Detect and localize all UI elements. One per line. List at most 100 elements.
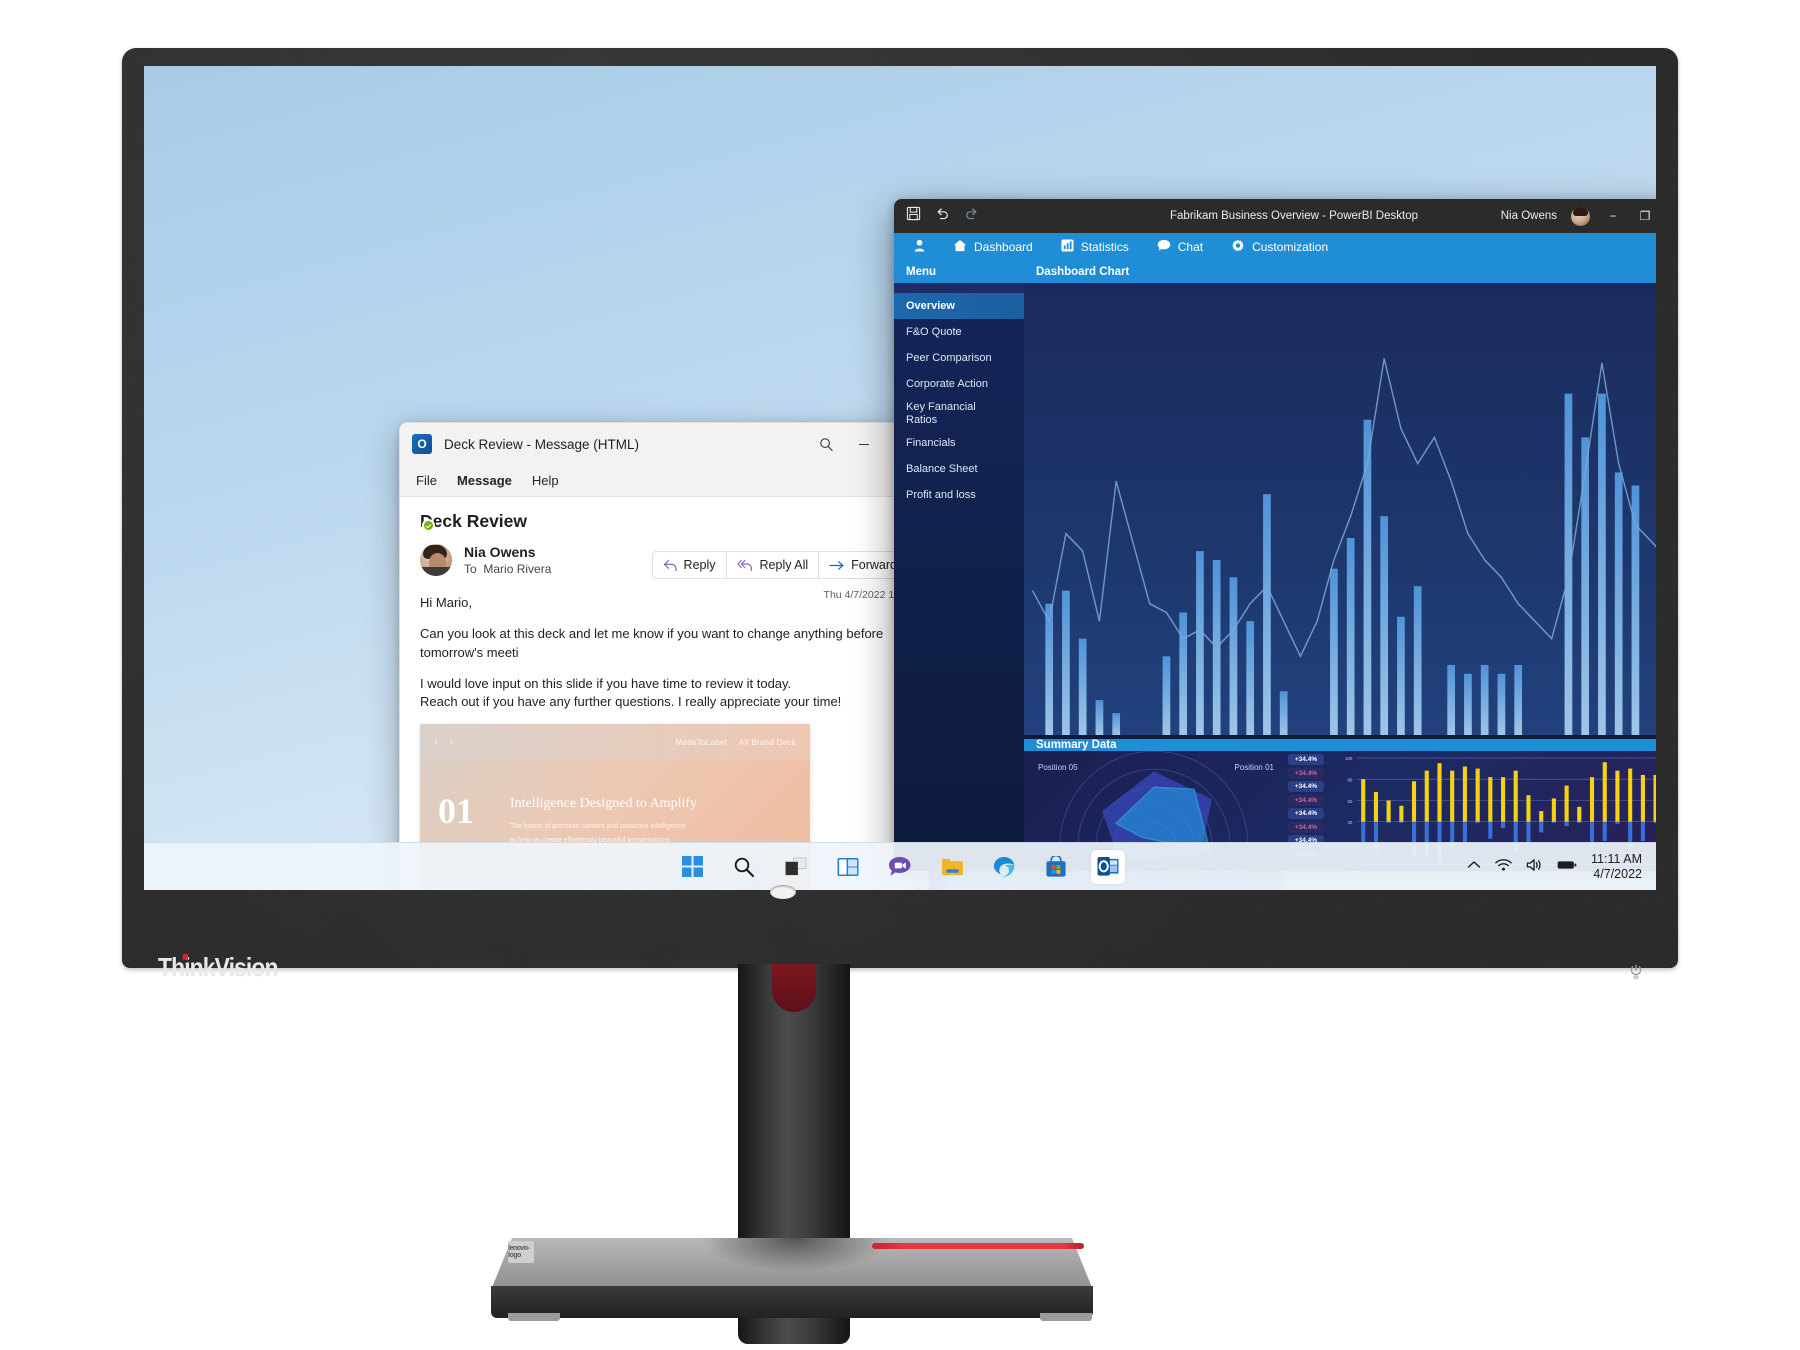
sidebar-item-peer-comparison[interactable]: Peer Comparison [894, 345, 1024, 371]
outlook-message-body: Deck Review Nia Owens To Mario Rivera Re… [400, 497, 928, 890]
sidebar-item-fo-quote[interactable]: F&O Quote [894, 319, 1024, 345]
search-button[interactable] [727, 850, 761, 884]
sidebar-item-overview[interactable]: Overview [894, 293, 1024, 319]
status-badge: +34.4% [1288, 781, 1324, 792]
sidebar-item-label: Corporate Action [906, 377, 988, 390]
sidebar-item-balance-sheet[interactable]: Balance Sheet [894, 457, 1024, 483]
clock[interactable]: 11:11 AM 4/7/2022 [1591, 852, 1642, 882]
monitor-base-front [491, 1286, 1093, 1318]
store-button[interactable] [1039, 850, 1073, 884]
outlook-titlebar[interactable]: O Deck Review - Message (HTML) [400, 423, 928, 465]
outlook-button[interactable] [1091, 849, 1125, 884]
status-badge: +34.4% [1288, 821, 1324, 833]
status-badge: +34.4% [1288, 794, 1324, 806]
base-shadow [700, 1238, 890, 1272]
power-icon[interactable] [1628, 963, 1644, 981]
svg-text:60: 60 [1347, 799, 1352, 804]
minimize-icon[interactable]: − [1604, 209, 1622, 223]
sidebar-item-profit-and-loss[interactable]: Profit and loss [894, 483, 1024, 509]
base-foot-left [508, 1313, 560, 1321]
edge-button[interactable] [987, 850, 1021, 884]
powerbi-content: Dashboard Chart Summary Data Position 05… [1024, 261, 1656, 871]
sidebar-item-label: Overview [906, 299, 955, 312]
widgets-icon [837, 857, 859, 876]
sender-name: Nia Owens [464, 544, 536, 560]
search-icon[interactable] [816, 434, 836, 454]
thinkvision-logo-dot [182, 954, 188, 960]
gear-icon [1231, 239, 1245, 256]
sidebar-item-label: Profit and loss [906, 489, 976, 502]
summary-data-header: Summary Data [1024, 739, 1656, 751]
widgets-button[interactable] [831, 850, 865, 884]
slide-next-icon[interactable]: › [450, 736, 454, 748]
volume-icon[interactable] [1526, 858, 1543, 877]
message-paragraph-1: Can you look at this deck and let me kno… [420, 625, 884, 660]
slide-nav-arrows[interactable]: ‹ › [434, 736, 453, 748]
edge-icon [993, 856, 1015, 877]
save-icon[interactable] [906, 206, 921, 226]
show-hidden-icons[interactable] [1467, 858, 1481, 876]
reply-all-icon [736, 559, 752, 571]
stand-cable-slot [772, 964, 816, 1012]
message-text: Hi Mario, Can you look at this deck and … [420, 594, 908, 712]
powerbi-titlebar[interactable]: Fabrikam Business Overview - PowerBI Des… [894, 199, 1656, 233]
restore-icon[interactable]: ❐ [1636, 209, 1654, 223]
status-badge: +34.4% [1288, 754, 1324, 765]
minimize-icon[interactable] [854, 434, 874, 454]
reply-label: Reply [683, 558, 716, 572]
nav-item-customization[interactable]: Customization [1221, 239, 1342, 256]
user-icon [914, 239, 925, 255]
nav-item-chat[interactable]: Chat [1147, 239, 1217, 255]
dashboard-chart[interactable] [1024, 283, 1656, 739]
sidebar-item-key-financial-ratios[interactable]: Key Fanancial Ratios [894, 397, 1024, 431]
store-icon [1046, 855, 1066, 877]
svg-text:80: 80 [1347, 777, 1352, 782]
reply-all-label: Reply All [759, 558, 809, 572]
base-foot-right [1040, 1313, 1092, 1321]
monitor-screen: O Deck Review - Message (HTML) File Mess… [144, 66, 1656, 890]
slide-toolbar: ‹ › MadeToLabel All Brand Deck [420, 724, 810, 761]
status-badge: +34.4% [1288, 808, 1324, 819]
screenshot-root: ThinkVision O Deck Review - Message (HTM… [0, 0, 1800, 1350]
outlook-message-window[interactable]: O Deck Review - Message (HTML) File Mess… [399, 422, 929, 890]
nav-user-icon-item[interactable] [904, 239, 939, 255]
powerbi-quick-access-toolbar[interactable] [906, 206, 979, 226]
lenovo-logo: lenovo-logo [508, 1241, 534, 1263]
slide-brand-sub: All Brand Deck [738, 737, 796, 747]
powerbi-sidebar[interactable]: Menu Overview F&O Quote Peer Comparison … [894, 261, 1024, 871]
nav-label-chat: Chat [1177, 240, 1204, 254]
chat-button[interactable] [883, 850, 917, 884]
redo-icon[interactable] [964, 206, 979, 226]
slide-prev-icon[interactable]: ‹ [434, 736, 438, 748]
menu-item-help[interactable]: Help [532, 473, 559, 488]
outlook-icon [1097, 856, 1119, 876]
nav-item-dashboard[interactable]: Dashboard [943, 239, 1047, 255]
radar-label-position-01: Position 01 [1234, 763, 1274, 772]
system-tray[interactable]: 11:11 AM 4/7/2022 [1467, 843, 1642, 890]
windows-taskbar[interactable]: 11:11 AM 4/7/2022 [144, 842, 1656, 890]
outlook-menubar[interactable]: File Message Help [400, 465, 928, 497]
clock-time: 11:11 AM [1591, 852, 1642, 866]
nav-label-customization: Customization [1252, 240, 1329, 254]
menu-item-file[interactable]: File [416, 473, 437, 488]
nav-label-statistics: Statistics [1080, 240, 1129, 254]
nav-item-statistics[interactable]: Statistics [1051, 239, 1143, 255]
folder-icon [941, 858, 963, 875]
start-button[interactable] [675, 850, 709, 884]
menu-item-message[interactable]: Message [457, 473, 512, 488]
powerbi-navbar[interactable]: Dashboard Statistics Chat Customization [894, 233, 1656, 261]
user-avatar[interactable] [1571, 206, 1590, 226]
powerbi-window[interactable]: Fabrikam Business Overview - PowerBI Des… [894, 199, 1656, 871]
battery-icon[interactable] [1557, 858, 1577, 876]
message-action-bar[interactable]: Reply Reply All Forward [651, 551, 908, 579]
wifi-icon[interactable] [1495, 858, 1512, 877]
nav-label-dashboard: Dashboard [974, 240, 1033, 254]
file-explorer-button[interactable] [935, 850, 969, 884]
undo-icon[interactable] [935, 206, 950, 226]
task-view-button[interactable] [779, 850, 813, 884]
reply-all-button[interactable]: Reply All [727, 552, 820, 578]
sidebar-item-corporate-action[interactable]: Corporate Action [894, 371, 1024, 397]
reply-button[interactable]: Reply [653, 552, 727, 578]
chat-icon [888, 856, 911, 876]
sidebar-item-financials[interactable]: Financials [894, 431, 1024, 457]
